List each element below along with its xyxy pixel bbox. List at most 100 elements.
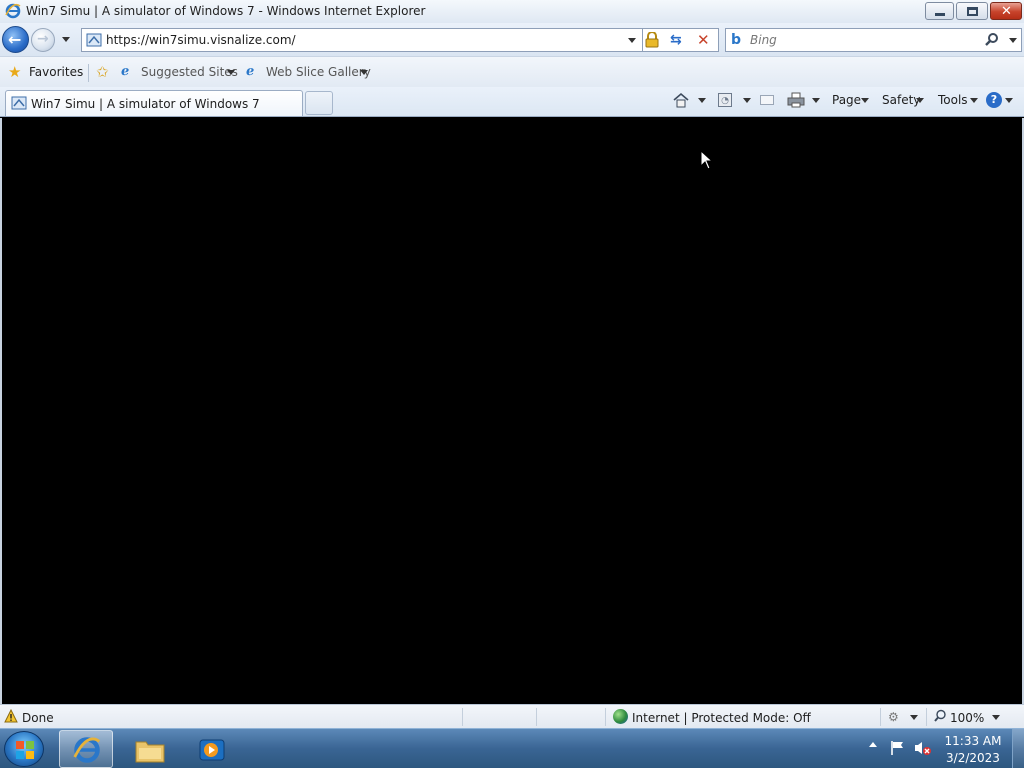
status-bar: Done Internet | Protected Mode: Off ⚙ 10…: [0, 704, 1024, 728]
search-dropdown-icon[interactable]: [1009, 38, 1017, 43]
ie-page-icon: ℯ: [121, 64, 130, 79]
page-menu-label: Page: [832, 93, 862, 107]
feeds-icon[interactable]: ◔: [718, 93, 732, 107]
zoom-control[interactable]: 100%: [932, 707, 1006, 727]
taskbar: 11:33 AM 3/2/2023: [0, 728, 1024, 768]
back-arrow-icon: ←: [8, 30, 22, 49]
help-icon: ?: [986, 92, 1002, 108]
safety-menu-label: Safety: [882, 93, 921, 107]
safety-menu[interactable]: Safety: [880, 90, 930, 112]
star-icon: ★: [8, 63, 22, 81]
title-bar[interactable]: Win7 Simu | A simulator of Windows 7 - W…: [0, 0, 1024, 23]
suggested-sites-label: Suggested Sites: [141, 65, 238, 79]
search-box[interactable]: b Bing: [725, 28, 1022, 52]
warning-icon: [4, 708, 18, 726]
tab-title: Win7 Simu | A simulator of Windows 7: [31, 97, 260, 111]
volume-muted-icon[interactable]: [914, 740, 932, 759]
help-menu[interactable]: ?: [986, 91, 1016, 111]
print-icon[interactable]: [787, 92, 805, 111]
separator: [88, 64, 89, 82]
refresh-icon[interactable]: ⇆: [670, 32, 682, 48]
suggested-sites-button[interactable]: ℯ Suggested Sites: [119, 60, 239, 86]
clock-time: 11:33 AM: [944, 734, 1002, 748]
dropdown-arrow-icon: [227, 70, 235, 75]
forward-arrow-icon: →: [37, 31, 49, 47]
navigation-bar: ← → https://win7simu.visnalize.com/ ⇆ ✕ …: [0, 23, 1024, 56]
clock-date: 3/2/2023: [946, 751, 1000, 765]
restore-icon: [967, 7, 978, 16]
taskbar-internet-explorer[interactable]: [59, 730, 113, 768]
address-dropdown-icon[interactable]: [628, 38, 636, 43]
print-dropdown-icon[interactable]: [812, 98, 820, 103]
tab-active[interactable]: Win7 Simu | A simulator of Windows 7: [5, 90, 303, 116]
folder-icon: [135, 737, 165, 766]
site-favicon-icon: [86, 33, 102, 50]
dropdown-arrow-icon[interactable]: [910, 715, 918, 720]
dropdown-arrow-icon: [916, 98, 924, 103]
minimize-button[interactable]: [925, 2, 954, 20]
dropdown-arrow-icon: [861, 98, 869, 103]
separator: [880, 708, 881, 726]
taskbar-media-player[interactable]: [185, 730, 239, 768]
add-favorites-icon[interactable]: ✩: [96, 63, 109, 81]
dropdown-arrow-icon: [1005, 98, 1013, 103]
favorites-button[interactable]: ★ Favorites: [4, 59, 84, 85]
search-icon[interactable]: [985, 32, 999, 49]
favorites-bar: ★ Favorites ✩ ℯ Suggested Sites ℯ Web Sl…: [0, 56, 1024, 87]
tab-bar: Win7 Simu | A simulator of Windows 7 ◔ P…: [0, 87, 1024, 117]
lock-icon[interactable]: [645, 31, 659, 51]
web-slice-gallery-button[interactable]: ℯ Web Slice Gallery: [244, 60, 372, 86]
windows-logo-icon: [15, 740, 35, 763]
new-tab-button[interactable]: [305, 91, 333, 115]
tools-menu[interactable]: Tools: [936, 90, 982, 112]
flag-icon[interactable]: [890, 740, 906, 759]
page-menu[interactable]: Page: [830, 90, 872, 112]
close-icon: ✕: [1001, 4, 1012, 19]
favorites-label: Favorites: [29, 65, 84, 79]
feeds-dropdown-icon[interactable]: [743, 98, 751, 103]
separator: [536, 708, 537, 726]
globe-icon: [613, 709, 628, 724]
close-button[interactable]: ✕: [990, 2, 1022, 20]
home-dropdown-icon[interactable]: [698, 98, 706, 103]
stop-icon[interactable]: ✕: [697, 31, 710, 49]
zone-text: Internet | Protected Mode: Off: [632, 711, 811, 725]
separator: [605, 708, 606, 726]
window-title: Win7 Simu | A simulator of Windows 7 - W…: [26, 4, 426, 18]
dropdown-arrow-icon: [360, 70, 368, 75]
mouse-cursor-icon: [700, 149, 714, 173]
clock[interactable]: 11:33 AM 3/2/2023: [938, 729, 1008, 768]
separator: [926, 708, 927, 726]
protected-mode-icon[interactable]: ⚙: [888, 710, 899, 724]
zoom-icon: [934, 709, 947, 725]
dropdown-arrow-icon: [992, 715, 1000, 720]
ie-logo-icon: [5, 3, 21, 22]
address-input[interactable]: https://win7simu.visnalize.com/: [106, 33, 296, 47]
search-input[interactable]: Bing: [750, 33, 777, 47]
address-tools: ⇆ ✕: [643, 28, 719, 52]
media-player-icon: [199, 737, 225, 766]
bing-icon: b: [731, 32, 742, 48]
address-bar[interactable]: https://win7simu.visnalize.com/: [81, 28, 643, 52]
security-zone[interactable]: Internet | Protected Mode: Off: [612, 707, 872, 727]
start-button[interactable]: [4, 731, 44, 767]
ie-logo-icon: [73, 736, 101, 767]
ie-page-icon: ℯ: [246, 64, 255, 79]
show-hidden-icons-button[interactable]: [869, 742, 877, 747]
taskbar-windows-explorer[interactable]: [123, 730, 177, 768]
zoom-level: 100%: [950, 711, 985, 725]
back-button[interactable]: ←: [2, 26, 29, 53]
site-favicon-icon: [11, 96, 27, 113]
restore-button[interactable]: [956, 2, 988, 20]
mail-icon[interactable]: [760, 95, 774, 105]
show-desktop-button[interactable]: [1012, 729, 1024, 768]
home-icon[interactable]: [672, 92, 690, 111]
web-page-content[interactable]: [0, 118, 1024, 704]
recent-pages-button[interactable]: [58, 35, 74, 45]
forward-button[interactable]: →: [31, 28, 55, 52]
dropdown-arrow-icon: [970, 98, 978, 103]
dropdown-arrow-icon: [62, 37, 70, 42]
tools-menu-label: Tools: [938, 93, 968, 107]
web-slice-gallery-label: Web Slice Gallery: [266, 65, 371, 79]
status-text: Done: [22, 711, 54, 725]
